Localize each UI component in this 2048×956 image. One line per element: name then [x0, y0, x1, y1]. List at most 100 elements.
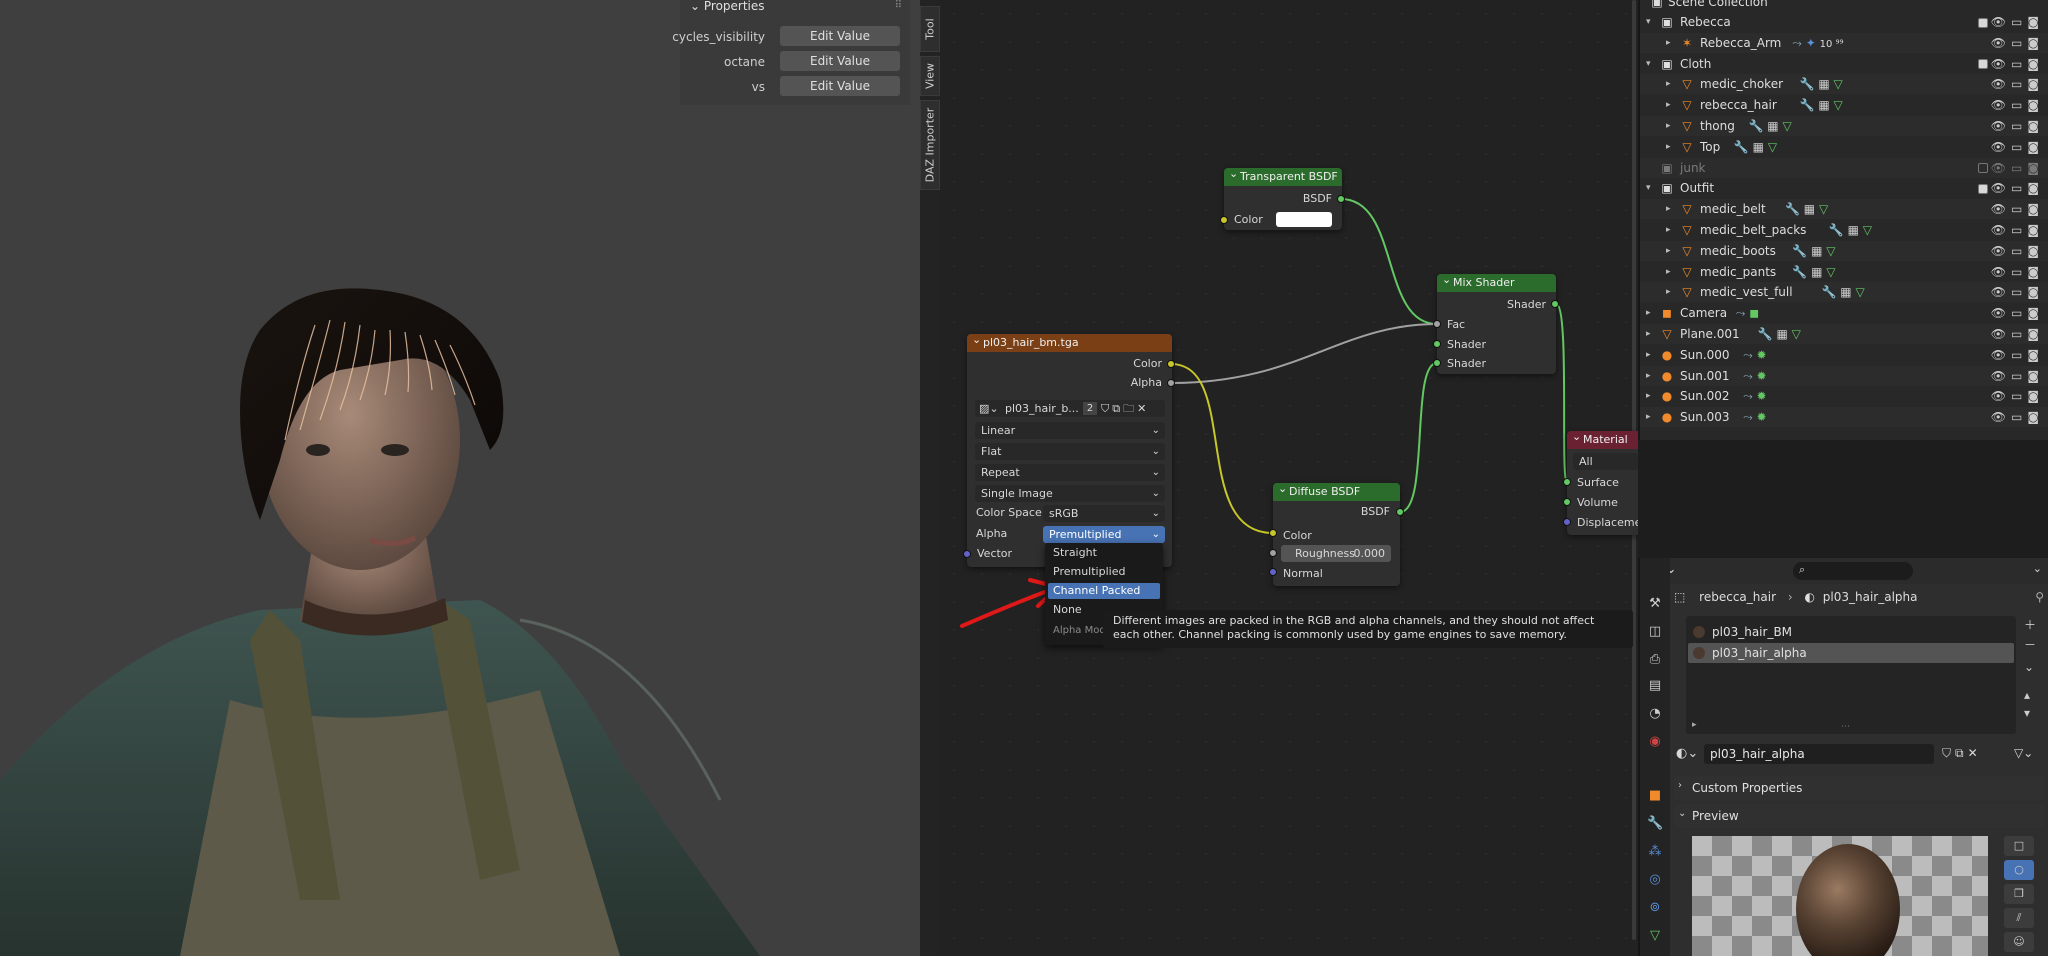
tab-daz-importer[interactable]: DAZ Importer — [920, 100, 940, 190]
modifier-tab-icon[interactable]: 🔧 — [1647, 816, 1663, 832]
outliner-item[interactable]: ▸ ✶ Rebecca_Arm ⤳ ✦ 10 ⁹⁹ 👁▭◙ — [1640, 32, 2048, 53]
socket-color-in[interactable] — [1220, 216, 1228, 224]
drag-handle-icon[interactable]: ⠿ — [895, 0, 902, 11]
image-texture-node[interactable]: pl03_hair_bm.tga Color Alpha ▨⌄ pl03_hai… — [967, 331, 1172, 567]
preview-monkey-button[interactable]: ☺ — [2004, 932, 2034, 952]
node-tree-icon[interactable]: ▽⌄ — [2014, 746, 2033, 760]
properties-editor[interactable]: ⚙⌄ ⌕ ⌄ ⚒ ◫ ⎙ ▤ ◔ ◉ ■ 🔧 ⁂ ◎ ⊚ ▽ ⬚ rebecca… — [1638, 558, 2048, 956]
data-tab-icon[interactable]: ▽ — [1647, 928, 1663, 944]
interpolation-select[interactable]: Linear ⌄ — [975, 422, 1165, 439]
physics-tab-icon[interactable]: ◎ — [1647, 872, 1663, 888]
disclosure-triangle-icon[interactable]: ▸ — [1646, 386, 1651, 406]
visibility-toggles[interactable]: 👁▭◙ — [1991, 33, 2044, 53]
outliner-item[interactable]: ▸ ▽ Plane.001 🔧 ▦ ▽ 👁▭◙ — [1640, 324, 2048, 344]
outliner-item[interactable]: ▸ ● Sun.003 ⤳ ✹ 👁▭◙ — [1640, 407, 2048, 428]
disclosure-triangle-icon[interactable]: ▸ — [1666, 241, 1671, 261]
datablock-action-icons[interactable]: ⛉⧉✕ — [1942, 746, 1982, 761]
disclosure-triangle-icon[interactable]: ▸ — [1666, 262, 1671, 282]
mix-shader-node[interactable]: Mix Shader Shader Fac Shader Shader — [1437, 271, 1556, 374]
disclosure-triangle-icon[interactable]: ▸ — [1666, 282, 1671, 302]
socket-displacement-in[interactable] — [1563, 518, 1571, 526]
outliner-item[interactable]: ▣ junk 👁▭◙ — [1640, 157, 2048, 178]
visibility-toggles[interactable]: 👁▭◙ — [1991, 116, 2044, 136]
extension-select[interactable]: Repeat ⌄ — [975, 464, 1165, 481]
material-slot[interactable]: pl03_hair_BM — [1688, 622, 2014, 642]
outliner-item[interactable]: ▸ ▽ medic_belt 🔧 ▦ ▽ 👁▭◙ — [1640, 199, 2048, 220]
shader-node-editor[interactable]: pl03_hair_bm.tga Color Alpha ▨⌄ pl03_hai… — [940, 0, 1638, 956]
visibility-toggles[interactable]: 👁▭◙ — [1977, 158, 2044, 178]
move-down-icon[interactable]: ▾ — [2024, 706, 2044, 724]
outliner-item[interactable]: ▸ ▽ medic_vest_full 🔧 ▦ ▽ 👁▭◙ — [1640, 282, 2048, 303]
material-slot-list[interactable]: pl03_hair_BM pl03_hair_alpha ▸ ⋯ — [1686, 616, 2016, 734]
view-layer-tab-icon[interactable]: ▤ — [1647, 678, 1663, 694]
search-input[interactable]: ⌕ — [1793, 562, 1913, 580]
constraints-tab-icon[interactable]: ⊚ — [1647, 900, 1663, 916]
socket-shader-in-1[interactable] — [1433, 340, 1441, 348]
option-premultiplied[interactable]: Premultiplied — [1048, 564, 1160, 580]
visibility-toggles[interactable]: 👁▭◙ — [1991, 386, 2044, 406]
disclosure-triangle-icon[interactable]: ▸ — [1666, 74, 1671, 94]
visibility-toggles[interactable]: 👁▭◙ — [1991, 324, 2044, 344]
3d-viewport[interactable]: ⌄ Properties ⠿ cycles_visibility Edit Va… — [0, 0, 920, 956]
node-header[interactable]: Material Ou — [1567, 428, 1638, 464]
visibility-toggles[interactable]: 👁▭◙ — [1977, 12, 2044, 32]
outliner-item[interactable]: ▸ ▽ Top 🔧 ▦ ▽ 👁▭◙ — [1640, 137, 2048, 157]
visibility-toggles[interactable]: 👁▭◙ — [1991, 282, 2044, 302]
alpha-select[interactable]: Premultiplied ⌄ — [1043, 526, 1165, 543]
socket-volume-in[interactable] — [1563, 498, 1571, 506]
disclosure-triangle-icon[interactable]: ▸ — [1646, 366, 1651, 386]
socket-shader-out[interactable] — [1551, 300, 1559, 308]
outliner-item[interactable]: ▸ ● Sun.001 ⤳ ✹ 👁▭◙ — [1640, 365, 2048, 386]
outliner-item[interactable]: ▾ ▣ Rebecca 👁▭◙ — [1640, 12, 2048, 32]
visibility-toggles[interactable]: 👁▭◙ — [1991, 407, 2044, 427]
output-target-select[interactable]: All — [1573, 453, 1638, 470]
visibility-toggles[interactable]: 👁▭◙ — [1977, 54, 2044, 74]
add-slot-icon[interactable]: ＋ — [2024, 616, 2044, 636]
outliner-item[interactable]: ▸ ▽ thong 🔧 ▦ ▽ 👁▭◙ — [1640, 116, 2048, 136]
disclosure-triangle-icon[interactable]: ▸ — [1646, 407, 1651, 427]
node-header[interactable]: pl03_hair_bm.tga — [967, 331, 1172, 352]
disclosure-triangle-icon[interactable]: ▸ — [1666, 116, 1671, 136]
color-space-select[interactable]: sRGB ⌄ — [1043, 505, 1165, 522]
output-tab-icon[interactable]: ⎙ — [1647, 652, 1663, 668]
disclosure-triangle-icon[interactable]: ▸ — [1666, 137, 1671, 157]
outliner-item[interactable]: ▸ ● Sun.002 ⤳ ✹ 👁▭◙ — [1640, 386, 2048, 406]
panel-custom-properties[interactable]: Custom Properties — [1674, 776, 2044, 800]
socket-surface-in[interactable] — [1563, 478, 1571, 486]
tab-view[interactable]: View — [920, 56, 940, 96]
visibility-toggles[interactable]: 👁▭◙ — [1991, 137, 2044, 157]
edit-value-button[interactable]: Edit Value — [780, 51, 900, 71]
outliner-item[interactable]: ▸ ▽ medic_belt_packs 🔧 ▦ ▽ 👁▭◙ — [1640, 220, 2048, 240]
disclosure-triangle-icon[interactable]: ▾ — [1646, 54, 1651, 74]
visibility-toggles[interactable]: 👁▭◙ — [1991, 74, 2044, 94]
node-header[interactable]: Transparent BSDF — [1224, 165, 1342, 186]
disclosure-triangle-icon[interactable]: ▸ — [1666, 33, 1671, 53]
transparent-bsdf-node[interactable]: Transparent BSDF BSDF Color — [1224, 165, 1342, 230]
render-tab-icon[interactable]: ◫ — [1647, 624, 1663, 640]
outliner-item[interactable]: ▾ ▣ Outfit 👁▭◙ — [1640, 178, 2048, 198]
socket-bsdf-out[interactable] — [1337, 195, 1345, 203]
preview-cube-button[interactable]: ❒ — [2004, 884, 2034, 904]
node-header[interactable]: Diffuse BSDF — [1273, 480, 1400, 501]
visibility-toggles[interactable]: 👁▭◙ — [1991, 366, 2044, 386]
visibility-toggles[interactable]: 👁▭◙ — [1991, 95, 2044, 115]
outliner[interactable]: ▣ Scene Collection ▾ ▣ Rebecca 👁▭◙ ▸ ✶ Rebecca… — [1638, 0, 2048, 440]
source-select[interactable]: Single Image ⌄ — [975, 485, 1165, 502]
object-tab-icon[interactable]: ■ — [1647, 788, 1663, 804]
preview-hair-button[interactable]: ⫽ — [2004, 908, 2034, 928]
datablock-action-icons[interactable]: ⛉⧉🗀✕ — [1101, 400, 1149, 417]
disclosure-triangle-icon[interactable]: ▸ — [1646, 345, 1651, 365]
preview-sphere-button[interactable]: ○ — [2004, 860, 2034, 880]
socket-shader-in-2[interactable] — [1433, 359, 1441, 367]
slot-menu-icon[interactable]: ⌄ — [2024, 660, 2044, 688]
disclosure-triangle-icon[interactable]: ▾ — [1646, 12, 1651, 32]
visibility-toggles[interactable]: 👁▭◙ — [1991, 220, 2044, 240]
outliner-item[interactable]: ▸ ● Sun.000 ⤳ ✹ 👁▭◙ — [1640, 345, 2048, 365]
diffuse-bsdf-node[interactable]: Diffuse BSDF BSDF Color Roughness 0.000 … — [1273, 480, 1400, 586]
option-channel-packed[interactable]: Channel Packed — [1048, 583, 1160, 599]
socket-color-in[interactable] — [1269, 529, 1277, 537]
world-tab-icon[interactable]: ◉ — [1647, 734, 1663, 750]
socket-normal-in[interactable] — [1269, 568, 1277, 576]
disclosure-triangle-icon[interactable]: ▸ — [1666, 220, 1671, 240]
edit-value-button[interactable]: Edit Value — [780, 26, 900, 46]
